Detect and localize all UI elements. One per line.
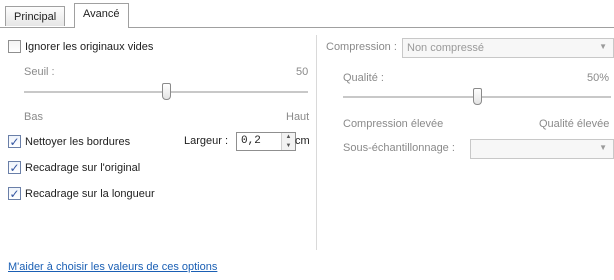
threshold-value: 50 <box>296 66 309 78</box>
width-label: Largeur : <box>184 135 229 147</box>
crop-length-checkbox[interactable]: ✓ <box>8 187 21 200</box>
spin-up-icon[interactable]: ▲ <box>282 133 295 142</box>
checkmark-icon: ✓ <box>9 186 20 201</box>
threshold-slider[interactable] <box>24 83 308 101</box>
clean-borders-checkbox[interactable]: ✓ <box>8 135 21 148</box>
crop-length-label: Recadrage sur la longueur <box>25 187 155 200</box>
tab-panel-avance: Ignorer les originaux vides Seuil : 50 B… <box>0 28 614 280</box>
help-link[interactable]: M'aider à choisir les valeurs de ces opt… <box>8 261 217 273</box>
tab-strip: Principal Avancé <box>0 0 614 28</box>
subsampling-select[interactable]: ▼ <box>470 139 614 159</box>
compression-select[interactable]: Non compressé ▼ <box>402 38 614 58</box>
threshold-slider-thumb[interactable] <box>162 83 171 100</box>
ignore-blank-checkbox[interactable] <box>8 40 21 53</box>
threshold-max-label: Haut <box>286 111 310 123</box>
threshold-min-label: Bas <box>24 111 43 123</box>
crop-length-option[interactable]: ✓ Recadrage sur la longueur <box>8 187 155 200</box>
checkmark-icon: ✓ <box>9 160 20 175</box>
compression-label: Compression : <box>326 41 397 53</box>
quality-value: 50% <box>587 72 610 84</box>
quality-max-label: Qualité élevée <box>539 118 610 130</box>
checkmark-icon: ✓ <box>9 134 20 149</box>
ignore-blank-label: Ignorer les originaux vides <box>25 40 154 53</box>
chevron-down-icon: ▼ <box>599 143 607 152</box>
tab-avance[interactable]: Avancé <box>74 3 129 28</box>
crop-original-checkbox[interactable]: ✓ <box>8 161 21 174</box>
compression-value: Non compressé <box>407 42 485 54</box>
clean-borders-option[interactable]: ✓ Nettoyer les bordures <box>8 135 130 148</box>
threshold-label: Seuil : <box>24 66 55 78</box>
chevron-down-icon: ▼ <box>599 42 607 51</box>
quality-min-label: Compression élevée <box>343 118 444 130</box>
width-unit: cm <box>295 135 310 147</box>
subsampling-label: Sous-échantillonnage : <box>343 142 455 154</box>
crop-original-option[interactable]: ✓ Recadrage sur l'original <box>8 161 140 174</box>
ignore-blank-option[interactable]: Ignorer les originaux vides <box>8 40 153 53</box>
width-input[interactable]: 0,2 <box>237 133 281 150</box>
tab-principal[interactable]: Principal <box>5 6 66 26</box>
spin-down-icon[interactable]: ▼ <box>282 141 295 150</box>
crop-original-label: Recadrage sur l'original <box>25 161 141 174</box>
clean-borders-label: Nettoyer les bordures <box>25 135 131 148</box>
quality-slider[interactable] <box>343 88 611 106</box>
width-spinbox[interactable]: 0,2 ▲ ▼ <box>236 132 296 151</box>
quality-slider-thumb[interactable] <box>473 88 482 105</box>
quality-label: Qualité : <box>343 72 384 84</box>
column-divider <box>316 35 317 250</box>
